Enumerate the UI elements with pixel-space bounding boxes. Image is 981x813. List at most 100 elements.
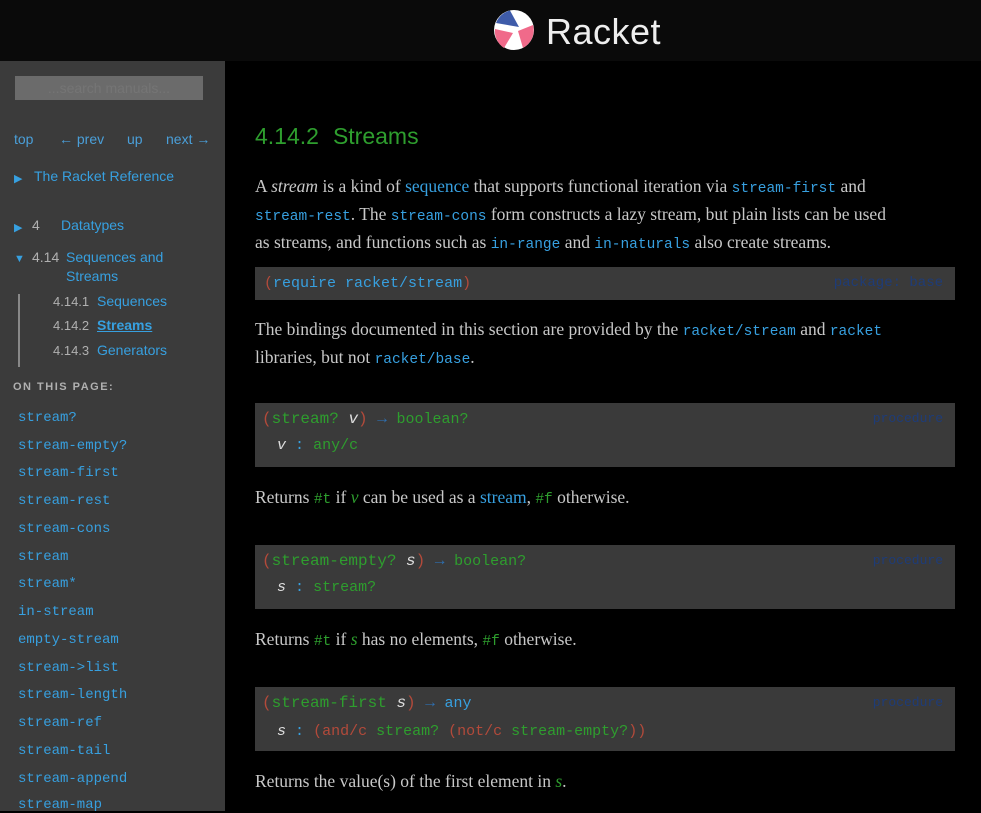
nav-prev-link[interactable]: ← prev — [59, 131, 104, 147]
toc-link[interactable]: stream->list — [18, 660, 119, 676]
paren: ) — [462, 275, 472, 292]
package-label[interactable]: package: base — [834, 275, 943, 291]
arg: v — [277, 437, 287, 454]
arg: s — [396, 694, 407, 712]
on-this-page-heading: ON THIS PAGE: — [13, 381, 115, 393]
colon: : — [295, 437, 305, 454]
toc-link[interactable]: stream-length — [18, 687, 127, 703]
function-name[interactable]: stream-first — [272, 694, 387, 712]
toc-link[interactable]: stream-empty? — [18, 438, 127, 454]
toc-link[interactable]: stream-tail — [18, 743, 110, 759]
sidebar-item-sequences[interactable]: Sequences — [97, 292, 167, 311]
text: libraries, but not — [255, 347, 375, 367]
and-c-link[interactable]: (and/c — [313, 723, 367, 740]
contract-link[interactable]: stream? — [313, 579, 376, 596]
return-contract-link[interactable]: boolean? — [396, 411, 468, 428]
toc-link[interactable]: stream-rest — [18, 493, 110, 509]
colon: : — [295, 723, 305, 740]
signature: (stream-first s) → any — [262, 694, 472, 712]
sidebar-item-datatypes[interactable]: Datatypes — [61, 216, 124, 235]
section-number: 4.14.2 — [255, 123, 319, 149]
nav-up-link[interactable]: up — [127, 131, 143, 147]
text: The bindings documented in this section … — [255, 319, 683, 339]
toc-link[interactable]: in-stream — [18, 604, 94, 620]
sub-num-3: 4.14.3 — [53, 343, 90, 358]
toc-link[interactable]: stream-ref — [18, 715, 102, 731]
subsection-divider — [18, 294, 20, 367]
text: that supports functional iteration via — [469, 176, 732, 196]
toc-link[interactable]: stream* — [18, 576, 77, 592]
contract-link[interactable]: any/c — [313, 437, 358, 454]
sequence-link[interactable]: sequence — [405, 176, 469, 196]
nav-next-link[interactable]: next → — [166, 131, 210, 147]
signature: (stream? v) → boolean? — [262, 410, 469, 428]
top-bar: Racket — [0, 0, 981, 61]
function-name[interactable]: stream-empty? — [272, 552, 397, 570]
expand-arrow-icon[interactable]: ▶ — [14, 172, 22, 185]
text: can be used as a — [358, 487, 480, 507]
true-value: #t — [313, 634, 332, 650]
sidebar-item-streams[interactable]: Streams — [97, 316, 152, 335]
require-form: (require racket/stream) — [264, 275, 471, 292]
stream-cons-link[interactable]: stream-cons — [391, 209, 487, 225]
racket-link[interactable]: racket — [830, 324, 882, 340]
stream-first-link[interactable]: stream-first — [732, 181, 836, 197]
sidebar-item-sequences-streams[interactable]: Sequences and — [66, 248, 163, 267]
sidebar-item-sequences-streams-2[interactable]: Streams — [66, 267, 118, 286]
text: Returns the value(s) of the first elemen… — [255, 771, 556, 791]
toc-link[interactable]: stream-first — [18, 465, 119, 481]
toc-link[interactable]: stream — [18, 549, 68, 565]
arrow-icon: → — [425, 694, 435, 712]
racket-logo-icon[interactable] — [493, 9, 535, 51]
search-input[interactable] — [15, 76, 203, 100]
description-1: Returns #t if v can be used as a stream,… — [255, 485, 955, 513]
arg: v — [348, 410, 359, 428]
text: A — [255, 176, 272, 196]
toc-link[interactable]: stream? — [18, 410, 77, 426]
false-value: #f — [482, 634, 500, 650]
text: otherwise. — [499, 629, 577, 649]
require-link[interactable]: require — [273, 275, 336, 292]
procedure-label: procedure — [872, 553, 943, 568]
racket-base-link[interactable]: racket/base — [375, 352, 471, 368]
function-name[interactable]: stream? — [272, 410, 339, 428]
term-stream: stream — [271, 176, 319, 196]
paren: )) — [628, 723, 647, 740]
definition-box: (stream-empty? s) → boolean? s : stream?… — [255, 545, 955, 609]
text: also create streams. — [690, 232, 831, 252]
contract-link[interactable]: stream-empty? — [511, 723, 628, 740]
sidebar-item-generators[interactable]: Generators — [97, 341, 167, 360]
not-c-link[interactable]: (not/c — [448, 723, 502, 740]
stream-rest-link[interactable]: stream-rest — [255, 209, 351, 225]
return-contract-link[interactable]: boolean? — [454, 553, 526, 570]
paren: ( — [262, 694, 272, 712]
sidebar-item-reference[interactable]: The Racket Reference — [34, 167, 174, 186]
text: . — [562, 771, 567, 791]
signature: (stream-empty? s) → boolean? — [262, 552, 526, 570]
true-value: #t — [313, 492, 332, 508]
toc-link[interactable]: stream-append — [18, 771, 127, 787]
contract-link[interactable]: stream? — [376, 723, 439, 740]
stream-link[interactable]: stream — [480, 487, 527, 507]
procedure-label: procedure — [872, 695, 943, 710]
nav-top-link[interactable]: top — [14, 131, 33, 147]
in-naturals-link[interactable]: in-naturals — [594, 237, 690, 253]
expand-arrow-icon[interactable]: ▶ — [14, 221, 22, 234]
text: Returns — [255, 629, 314, 649]
logo-text[interactable]: Racket — [546, 10, 661, 54]
toc-link[interactable]: empty-stream — [18, 632, 119, 648]
return-contract-link[interactable]: any — [444, 695, 471, 712]
text: and — [795, 319, 830, 339]
racket-stream-link[interactable]: racket/stream — [683, 324, 796, 340]
colon: : — [295, 579, 305, 596]
procedure-label: procedure — [872, 411, 943, 426]
module-link[interactable]: racket/stream — [345, 275, 462, 292]
definition-box: (stream-first s) → any s : (and/c stream… — [255, 687, 955, 751]
contract-line: s : (and/c stream? (not/c stream-empty?)… — [277, 723, 646, 740]
text: as streams, and functions such as — [255, 232, 491, 252]
toc-link[interactable]: stream-cons — [18, 521, 110, 537]
in-range-link[interactable]: in-range — [491, 237, 561, 253]
paren: ( — [264, 275, 274, 292]
text: and — [836, 176, 866, 196]
collapse-arrow-icon[interactable]: ▼ — [14, 253, 25, 265]
